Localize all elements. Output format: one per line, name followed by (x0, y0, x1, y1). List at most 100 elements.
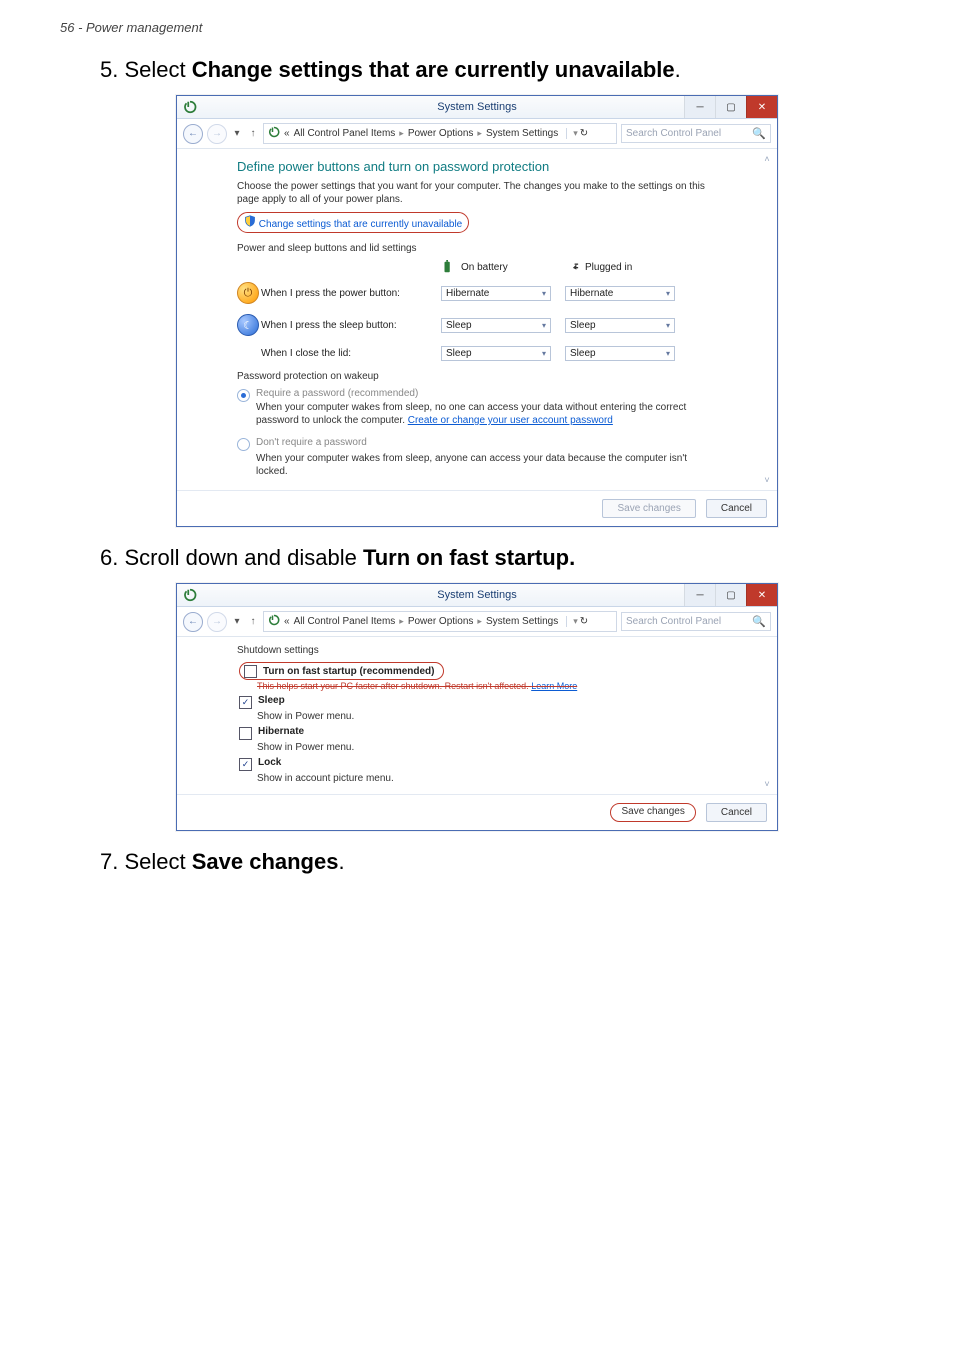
sleep-button-plugged-select[interactable]: Sleep▾ (565, 318, 675, 333)
close-button[interactable]: ✕ (746, 584, 777, 606)
refresh-icon[interactable]: ↻ (580, 616, 588, 627)
page-header: 56 - Power management (60, 20, 894, 35)
chevron-down-icon: ▾ (666, 349, 670, 358)
breadcrumb[interactable]: « All Control Panel Items ▸ Power Option… (263, 123, 617, 144)
lock-label: Lock (258, 757, 281, 768)
chevron-right-icon: ▸ (399, 616, 404, 627)
column-on-battery: On battery (441, 260, 565, 274)
radio-dont-require-password: Don't require a password When your compu… (237, 437, 717, 482)
checkbox-sleep[interactable] (239, 696, 252, 709)
maximize-button[interactable]: ▢ (715, 584, 746, 606)
chevron-right-icon: ▸ (477, 616, 482, 627)
hibernate-sub: Show in Power menu. (257, 742, 717, 753)
checkbox-lock[interactable] (239, 758, 252, 771)
step-5: 5. Select Change settings that are curre… (60, 57, 894, 83)
change-settings-link[interactable]: Change settings that are currently unava… (259, 219, 462, 230)
forward-button[interactable]: → (207, 612, 227, 632)
back-button[interactable]: ← (183, 612, 203, 632)
chevron-down-icon[interactable]: ▾ (573, 128, 578, 139)
power-button-battery-select[interactable]: Hibernate▾ (441, 286, 551, 301)
up-button[interactable]: ↑ (247, 616, 259, 628)
history-dropdown[interactable]: ▾ (231, 128, 243, 140)
breadcrumb-item[interactable]: All Control Panel Items (294, 616, 396, 627)
chevron-down-icon: ▾ (666, 321, 670, 330)
breadcrumb-item[interactable]: System Settings (486, 616, 558, 627)
power-options-icon (183, 588, 197, 602)
section-power-buttons: Power and sleep buttons and lid settings (237, 243, 717, 254)
change-settings-highlight: Change settings that are currently unava… (237, 212, 469, 233)
power-button-icon: ⏻ (237, 282, 259, 304)
lid-plugged-select[interactable]: Sleep▾ (565, 346, 675, 361)
breadcrumb-prefix: « (284, 128, 290, 139)
sleep-button-battery-select[interactable]: Sleep▾ (441, 318, 551, 333)
forward-button[interactable]: → (207, 124, 227, 144)
section-shutdown-settings: Shutdown settings (237, 645, 717, 656)
save-changes-button[interactable]: Save changes (602, 499, 695, 518)
row-label: When I press the sleep button: (261, 320, 441, 331)
scroll-down-icon[interactable]: ˅ (761, 474, 773, 486)
chevron-right-icon: ▸ (477, 128, 482, 139)
battery-icon (441, 260, 455, 274)
step-5-bold: Change settings that are currently unava… (192, 57, 675, 82)
radio-icon (237, 438, 250, 451)
save-changes-button[interactable]: Save changes (621, 806, 684, 817)
step-7-prefix: 7. Select (100, 849, 192, 874)
sleep-button-icon: ☾ (237, 314, 259, 336)
checkbox-hibernate[interactable] (239, 727, 252, 740)
radio-require-password-label: Require a password (recommended) (256, 388, 717, 399)
power-button-plugged-select[interactable]: Hibernate▾ (565, 286, 675, 301)
chevron-right-icon: ▸ (399, 128, 404, 139)
history-dropdown[interactable]: ▾ (231, 616, 243, 628)
breadcrumb-item[interactable]: System Settings (486, 128, 558, 139)
close-button[interactable]: ✕ (746, 96, 777, 118)
system-settings-window-1: System Settings ─ ▢ ✕ ← → ▾ ↑ « All Cont… (176, 95, 778, 527)
lid-battery-select[interactable]: Sleep▾ (441, 346, 551, 361)
step-5-suffix: . (675, 57, 681, 82)
refresh-icon[interactable]: ↻ (580, 128, 588, 139)
cancel-button[interactable]: Cancel (706, 803, 767, 822)
up-button[interactable]: ↑ (247, 128, 259, 140)
step-7: 7. Select Save changes. (60, 849, 894, 875)
save-changes-highlight: Save changes (610, 803, 695, 822)
turn-on-fast-startup-sub: This helps start your PC faster after sh… (257, 681, 717, 691)
hibernate-label: Hibernate (258, 726, 304, 737)
step-6-prefix: 6. Scroll down and disable (100, 545, 363, 570)
scroll-down-icon[interactable]: ˅ (761, 778, 773, 790)
step-6-bold: Turn on fast startup. (363, 545, 575, 570)
power-options-icon (268, 126, 280, 141)
create-change-password-link[interactable]: Create or change your user account passw… (408, 415, 613, 426)
search-input[interactable]: Search Control Panel 🔍 (621, 612, 771, 631)
radio-dont-require-text: When your computer wakes from sleep, any… (256, 452, 717, 478)
radio-icon (237, 389, 250, 402)
shield-icon (244, 215, 256, 230)
breadcrumb-item[interactable]: Power Options (408, 128, 474, 139)
turn-on-fast-startup-label: Turn on fast startup (recommended) (263, 666, 435, 677)
sleep-sub: Show in Power menu. (257, 711, 717, 722)
search-placeholder: Search Control Panel (626, 128, 721, 139)
breadcrumb-item[interactable]: All Control Panel Items (294, 128, 396, 139)
cancel-button[interactable]: Cancel (706, 499, 767, 518)
step-7-suffix: . (338, 849, 344, 874)
maximize-button[interactable]: ▢ (715, 96, 746, 118)
learn-more-link[interactable]: Learn More (531, 681, 577, 691)
scroll-up-icon[interactable]: ˄ (761, 153, 773, 165)
page-heading: Define power buttons and turn on passwor… (237, 159, 717, 174)
breadcrumb-item[interactable]: Power Options (408, 616, 474, 627)
intro-text: Choose the power settings that you want … (237, 180, 717, 206)
search-icon: 🔍 (752, 615, 766, 628)
system-settings-window-2: System Settings ─ ▢ ✕ ← → ▾ ↑ « All Cont… (176, 583, 778, 831)
search-input[interactable]: Search Control Panel 🔍 (621, 124, 771, 143)
step-5-prefix: 5. Select (100, 57, 192, 82)
turn-on-fast-startup-highlight: Turn on fast startup (recommended) (239, 662, 444, 680)
back-button[interactable]: ← (183, 124, 203, 144)
minimize-button[interactable]: ─ (684, 96, 715, 118)
minimize-button[interactable]: ─ (684, 584, 715, 606)
chevron-down-icon[interactable]: ▾ (573, 616, 578, 627)
titlebar: System Settings ─ ▢ ✕ (177, 96, 777, 119)
checkbox-turn-on-fast-startup[interactable] (244, 665, 257, 678)
chevron-down-icon: ▾ (542, 321, 546, 330)
row-label: When I close the lid: (261, 348, 441, 359)
breadcrumb[interactable]: « All Control Panel Items ▸ Power Option… (263, 611, 617, 632)
step-6: 6. Scroll down and disable Turn on fast … (60, 545, 894, 571)
sleep-label: Sleep (258, 695, 285, 706)
